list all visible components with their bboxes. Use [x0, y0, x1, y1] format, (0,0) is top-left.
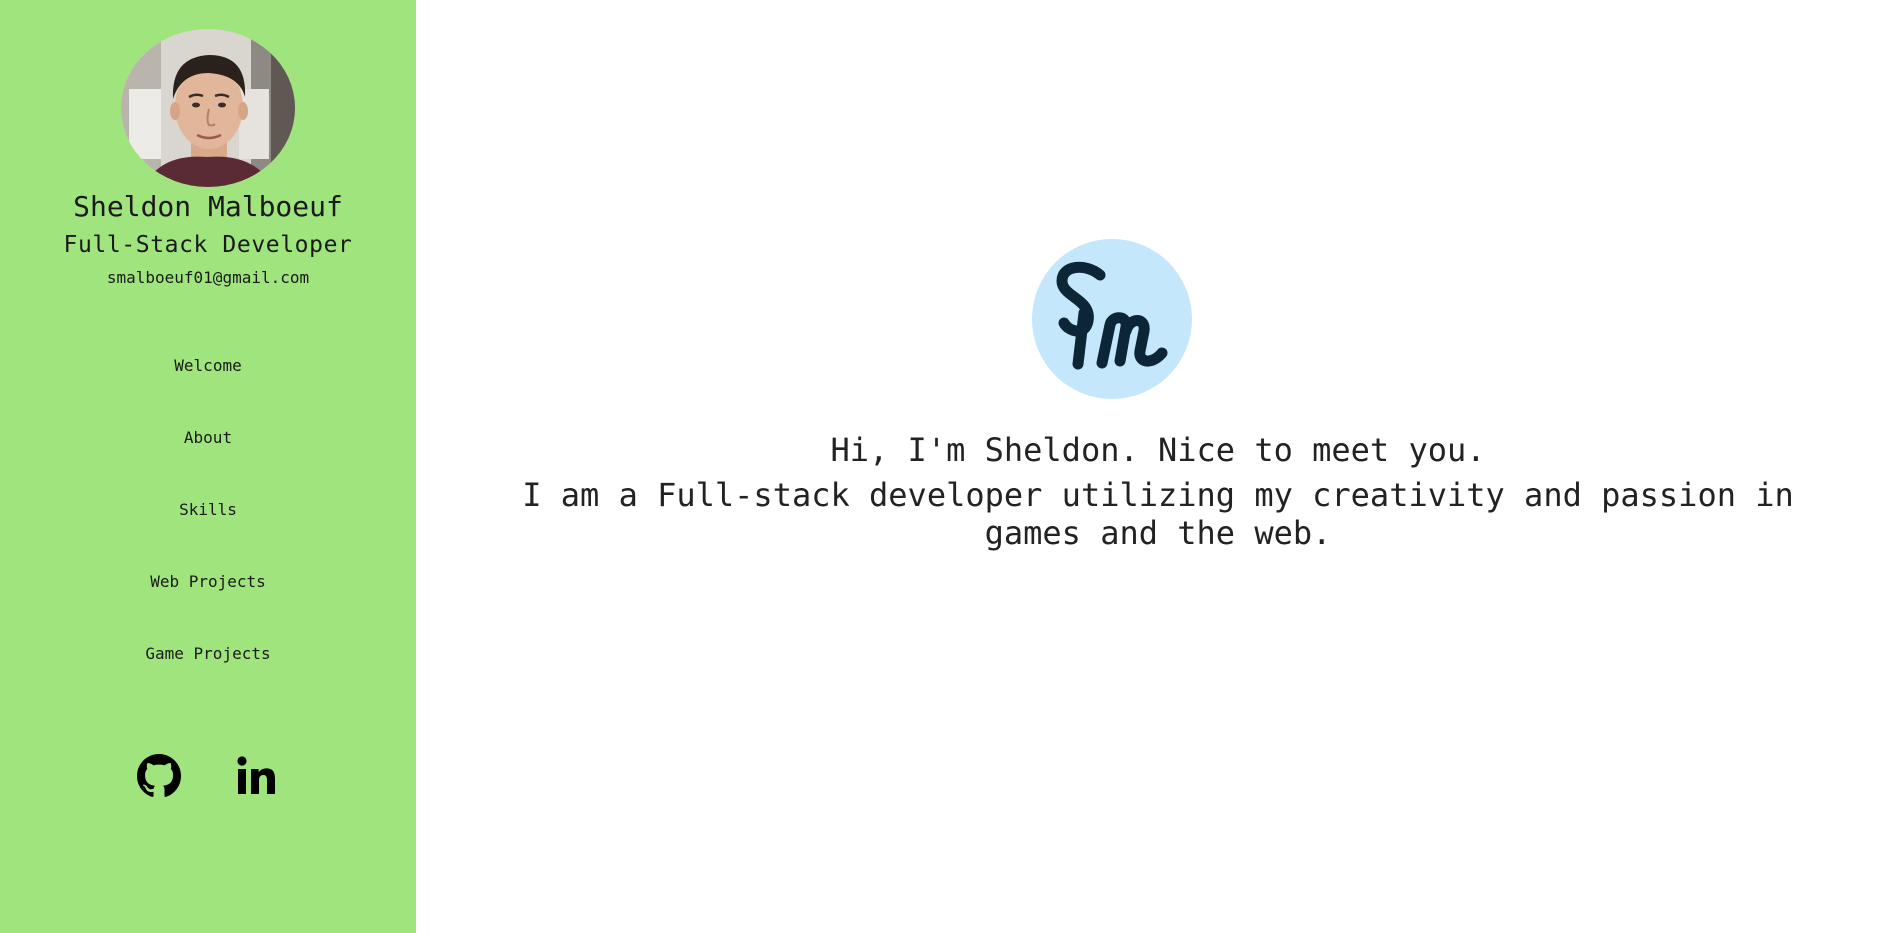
- nav-item-skills: Skills: [0, 492, 416, 564]
- nav-link-about[interactable]: About: [184, 420, 232, 456]
- nav-link-web-projects[interactable]: Web Projects: [150, 564, 266, 600]
- linkedin-icon: [237, 756, 275, 794]
- intro-text: I am a Full-stack developer utilizing my…: [522, 476, 1794, 552]
- nav-item-welcome: Welcome: [0, 348, 416, 420]
- greeting-text: Hi, I'm Sheldon. Nice to meet you.: [830, 431, 1486, 469]
- profile-name: Sheldon Malboeuf: [73, 190, 343, 223]
- nav-item-game-projects: Game Projects: [0, 636, 416, 708]
- main-content: Hi, I'm Sheldon. Nice to meet you. I am …: [416, 0, 1900, 933]
- sm-logo: [1032, 239, 1192, 399]
- avatar: [121, 29, 295, 187]
- nav-item-about: About: [0, 420, 416, 492]
- github-icon: [137, 754, 182, 797]
- linkedin-link[interactable]: [235, 754, 279, 802]
- sm-monogram-icon: [1056, 261, 1168, 370]
- profile-role: Full-Stack Developer: [63, 232, 353, 258]
- nav-item-web-projects: Web Projects: [0, 564, 416, 636]
- profile-email: smalboeuf01@gmail.com: [106, 268, 310, 287]
- nav-link-skills[interactable]: Skills: [179, 492, 237, 528]
- github-link[interactable]: [137, 754, 182, 802]
- nav-link-welcome[interactable]: Welcome: [174, 348, 241, 384]
- page: Sheldon Malboeuf Full-Stack Developer sm…: [0, 0, 1900, 933]
- sidebar-nav: Welcome About Skills Web Projects Game P…: [0, 348, 416, 708]
- social-links: [0, 754, 416, 802]
- nav-link-game-projects[interactable]: Game Projects: [145, 636, 270, 672]
- sidebar: Sheldon Malboeuf Full-Stack Developer sm…: [0, 0, 416, 933]
